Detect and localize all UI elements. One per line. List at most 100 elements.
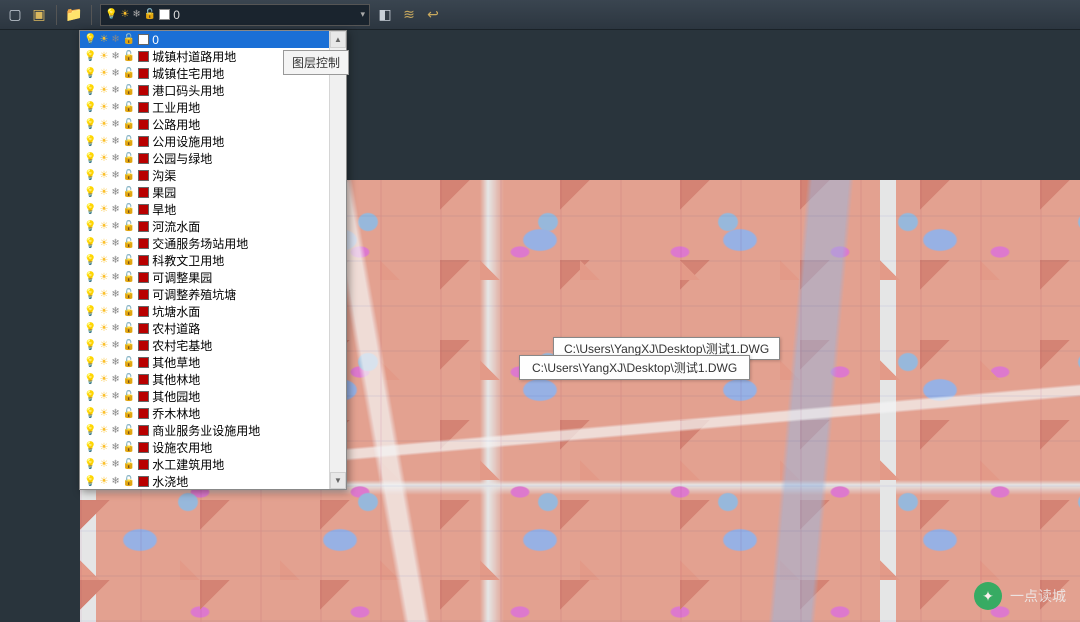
layer-color-swatch[interactable] [138,221,149,232]
lock-icon[interactable]: 🔓 [123,103,135,113]
lock-icon[interactable]: 🔓 [123,86,135,96]
layer-color-swatch[interactable] [138,85,149,96]
freeze-icon[interactable]: ❄ [111,256,119,266]
lock-icon[interactable]: 🔓 [123,290,135,300]
layer-row[interactable]: 💡☀❄🔓旱地 [80,201,346,218]
freeze-icon[interactable]: ❄ [111,52,119,62]
sun-icon[interactable]: ☀ [99,256,108,266]
layer-color-swatch[interactable] [138,323,149,334]
bulb-icon[interactable]: 💡 [84,273,96,283]
bulb-icon[interactable]: 💡 [84,324,96,334]
window-icon[interactable]: ▢ [6,6,24,24]
lock-icon[interactable]: 🔓 [123,477,135,487]
layer-row[interactable]: 💡☀❄🔓果园 [80,184,346,201]
layer-row[interactable]: 💡☀❄🔓农村宅基地 [80,337,346,354]
layer-row[interactable]: 💡☀❄🔓可调整养殖坑塘 [80,286,346,303]
bulb-icon[interactable]: 💡 [84,154,96,164]
sun-icon[interactable]: ☀ [99,205,108,215]
layer-row[interactable]: 💡☀❄🔓公用设施用地 [80,133,346,150]
lock-icon[interactable]: 🔓 [123,188,135,198]
layer-row[interactable]: 💡☀❄🔓水工建筑用地 [80,456,346,473]
layer-row[interactable]: 💡☀❄🔓其他草地 [80,354,346,371]
sun-icon[interactable]: ☀ [99,69,108,79]
bulb-icon[interactable]: 💡 [84,290,96,300]
bulb-icon[interactable]: 💡 [84,358,96,368]
bulb-icon[interactable]: 💡 [84,222,96,232]
freeze-icon[interactable]: ❄ [111,35,119,45]
layer-row[interactable]: 💡☀❄🔓商业服务业设施用地 [80,422,346,439]
layer-row[interactable]: 💡☀❄🔓可调整果园 [80,269,346,286]
lock-icon[interactable]: 🔓 [123,52,135,62]
freeze-icon[interactable]: ❄ [111,137,119,147]
lock-icon[interactable]: 🔓 [123,392,135,402]
lock-icon[interactable]: 🔓 [123,358,135,368]
lock-icon[interactable]: 🔓 [123,256,135,266]
freeze-icon[interactable]: ❄ [111,307,119,317]
bulb-icon[interactable]: 💡 [84,52,96,62]
layer-combo[interactable]: 💡 ☀ ❄ 🔓 0 ▾ [100,4,370,26]
freeze-icon[interactable]: ❄ [111,477,119,487]
layer-row[interactable]: 💡☀❄🔓工业用地 [80,99,346,116]
layer-previous-icon[interactable]: ↩ [424,6,442,24]
layer-color-swatch[interactable] [138,442,149,453]
freeze-icon[interactable]: ❄ [111,409,119,419]
bulb-icon[interactable]: 💡 [84,409,96,419]
layer-color-swatch[interactable] [138,340,149,351]
bulb-icon[interactable]: 💡 [84,307,96,317]
layer-color-swatch[interactable] [138,68,149,79]
folder-icon[interactable]: 📁 [65,6,83,24]
freeze-icon[interactable]: ❄ [111,290,119,300]
freeze-icon[interactable]: ❄ [111,426,119,436]
sun-icon[interactable]: ☀ [99,307,108,317]
lock-icon[interactable]: 🔓 [123,137,135,147]
sun-icon[interactable]: ☀ [99,137,108,147]
layer-row[interactable]: 💡☀❄🔓农村道路 [80,320,346,337]
layer-color-swatch[interactable] [138,357,149,368]
freeze-icon[interactable]: ❄ [111,443,119,453]
lock-icon[interactable]: 🔓 [123,154,135,164]
freeze-icon[interactable]: ❄ [111,154,119,164]
layer-row[interactable]: 💡☀❄🔓其他林地 [80,371,346,388]
layer-color-swatch[interactable] [138,459,149,470]
layer-color-swatch[interactable] [138,136,149,147]
lock-icon[interactable]: 🔓 [123,171,135,181]
layer-row[interactable]: 💡☀❄🔓其他园地 [80,388,346,405]
freeze-icon[interactable]: ❄ [111,205,119,215]
window-stack-icon[interactable]: ▣ [30,6,48,24]
layer-row[interactable]: 💡☀❄🔓科教文卫用地 [80,252,346,269]
sun-icon[interactable]: ☀ [99,341,108,351]
layer-color-swatch[interactable] [138,425,149,436]
bulb-icon[interactable]: 💡 [84,426,96,436]
lock-icon[interactable]: 🔓 [123,341,135,351]
sun-icon[interactable]: ☀ [99,290,108,300]
sun-icon[interactable]: ☀ [99,324,108,334]
layer-color-swatch[interactable] [138,476,149,487]
freeze-icon[interactable]: ❄ [111,120,119,130]
lock-icon[interactable]: 🔓 [123,307,135,317]
sun-icon[interactable]: ☀ [99,120,108,130]
layer-color-swatch[interactable] [138,187,149,198]
bulb-icon[interactable]: 💡 [84,205,96,215]
layer-color-swatch[interactable] [138,306,149,317]
freeze-icon[interactable]: ❄ [111,273,119,283]
scrollbar[interactable]: ▲ ▼ [329,31,346,489]
sun-icon[interactable]: ☀ [99,273,108,283]
layer-color-swatch[interactable] [138,289,149,300]
lock-icon[interactable]: 🔓 [123,375,135,385]
freeze-icon[interactable]: ❄ [111,358,119,368]
sun-icon[interactable]: ☀ [99,154,108,164]
freeze-icon[interactable]: ❄ [111,324,119,334]
sun-icon[interactable]: ☀ [99,103,108,113]
freeze-icon[interactable]: ❄ [111,460,119,470]
layer-color-swatch[interactable] [138,238,149,249]
freeze-icon[interactable]: ❄ [111,392,119,402]
layer-states-icon[interactable]: ◧ [376,6,394,24]
sun-icon[interactable]: ☀ [99,409,108,419]
bulb-icon[interactable]: 💡 [84,392,96,402]
lock-icon[interactable]: 🔓 [123,205,135,215]
bulb-icon[interactable]: 💡 [84,69,96,79]
sun-icon[interactable]: ☀ [99,171,108,181]
layer-color-swatch[interactable] [138,51,149,62]
layer-row[interactable]: 💡☀❄🔓沟渠 [80,167,346,184]
sun-icon[interactable]: ☀ [99,375,108,385]
